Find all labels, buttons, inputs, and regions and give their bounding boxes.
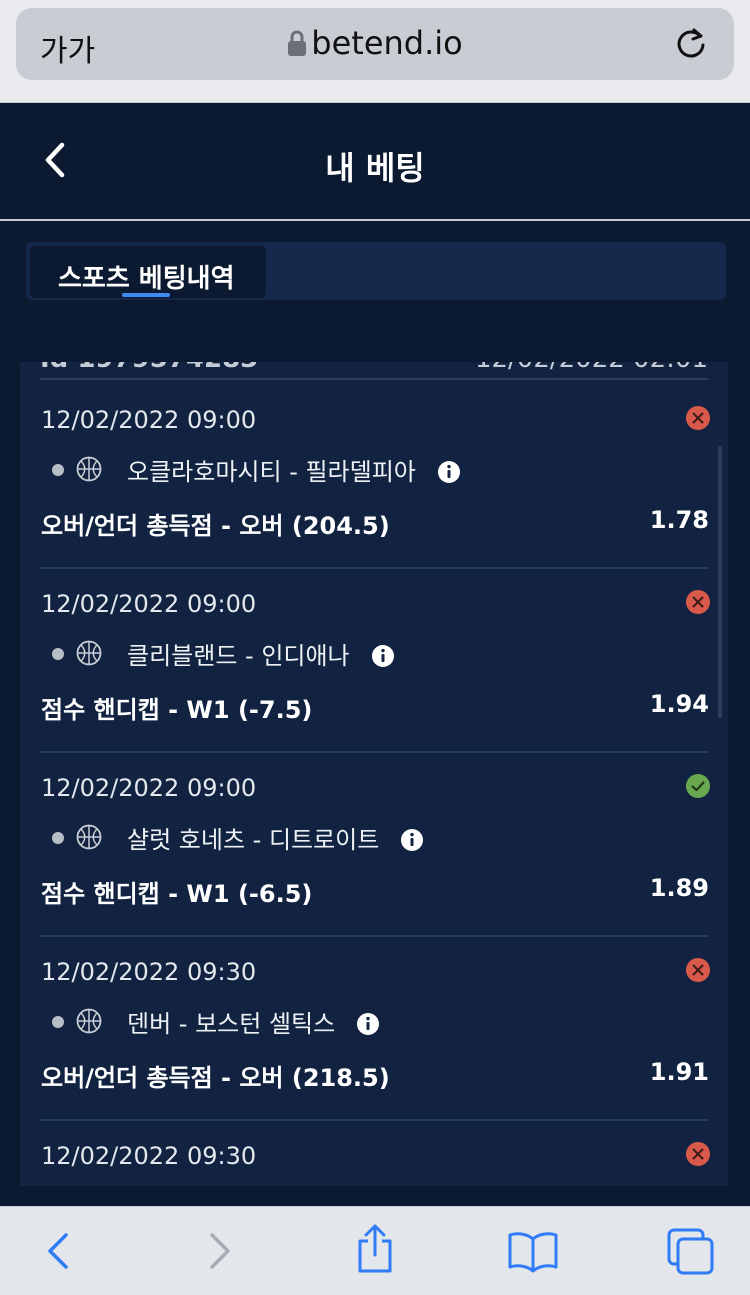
url-text: betend.io xyxy=(311,24,463,62)
bet-odds: 1.91 xyxy=(649,1058,709,1086)
bet-market: 점수 핸디캡 - W1 (-7.5) xyxy=(41,696,313,724)
url-display[interactable]: betend.io xyxy=(16,24,734,65)
bookmarks-icon[interactable] xyxy=(506,1229,560,1277)
tab-active-indicator xyxy=(122,293,170,297)
bet-odds: 1.78 xyxy=(649,506,709,534)
share-icon[interactable] xyxy=(354,1223,396,1279)
basketball-icon xyxy=(76,1008,102,1034)
bet-market: 오버/언더 총득점 - 오버 (218.5) xyxy=(41,1064,390,1092)
bet-odds: 1.94 xyxy=(649,690,709,718)
event-date: 12/02/2022 09:30 xyxy=(41,958,257,986)
browser-top-bar: 가가 betend.io xyxy=(0,0,750,103)
match-teams: 샬럿 호네츠 - 디트로이트 xyxy=(127,826,380,854)
tabs-icon[interactable] xyxy=(666,1227,716,1281)
browser-forward-icon[interactable] xyxy=(204,1229,236,1277)
lost-status-icon xyxy=(686,1142,710,1166)
info-icon[interactable] xyxy=(335,1010,380,1038)
bet-row: 12/02/2022 09:00 샬럿 호네츠 - 디트로이트점수 핸디캡 - W… xyxy=(20,748,728,937)
event-date: 12/02/2022 09:00 xyxy=(41,774,257,802)
browser-toolbar xyxy=(0,1206,750,1295)
lock-icon xyxy=(287,27,307,65)
match-name: 클리블랜드 - 인디애나 xyxy=(127,636,394,671)
live-indicator-dot xyxy=(52,648,64,660)
tab-bar: 스포츠 베팅내역 xyxy=(26,242,726,300)
event-date: 12/02/2022 09:00 xyxy=(41,590,257,618)
match-teams: 덴버 - 보스턴 셀틱스 xyxy=(127,1010,336,1038)
bet-market: 오버/언더 총득점 - 오버 (204.5) xyxy=(41,512,390,540)
match-teams: 클리블랜드 - 인디애나 xyxy=(127,642,350,670)
lost-status-icon xyxy=(686,406,710,430)
bet-id: Id 1979574283 xyxy=(40,362,258,374)
basketball-icon xyxy=(76,640,102,666)
match-name: 오클라호마시티 - 필라델피아 xyxy=(127,452,460,487)
match-teams: 오클라호마시티 - 필라델피아 xyxy=(127,458,416,486)
won-status-icon xyxy=(686,774,710,798)
live-indicator-dot xyxy=(52,1016,64,1028)
event-date: 12/02/2022 09:30 xyxy=(41,1142,257,1170)
bet-row: 12/02/2022 09:30 덴버 - 보스턴 셀틱스오버/언더 총득점 - … xyxy=(20,932,728,1121)
basketball-icon xyxy=(76,456,102,482)
info-icon[interactable] xyxy=(416,458,460,486)
match-name: 샬럿 호네츠 - 디트로이트 xyxy=(127,820,424,855)
info-icon[interactable] xyxy=(350,642,394,670)
reload-icon[interactable] xyxy=(674,26,708,64)
info-icon[interactable] xyxy=(379,826,424,854)
app-header: 내 베팅 xyxy=(0,103,750,221)
match-name: 덴버 - 보스턴 셀틱스 xyxy=(127,1004,380,1039)
browser-back-icon[interactable] xyxy=(42,1229,74,1277)
live-indicator-dot xyxy=(52,832,64,844)
bet-market: 점수 핸디캡 - W1 (-6.5) xyxy=(41,880,313,908)
bet-odds: 1.89 xyxy=(649,874,709,902)
lost-status-icon xyxy=(686,958,710,982)
tab-sports-bets[interactable]: 스포츠 베팅내역 xyxy=(30,246,266,298)
event-date: 12/02/2022 09:00 xyxy=(41,406,257,434)
bet-row: 12/02/2022 09:00 오클라호마시티 - 필라델피아오버/언더 총득점… xyxy=(20,380,728,569)
bet-row: 12/02/2022 09:30 xyxy=(20,1116,728,1186)
bet-row: 12/02/2022 09:00 클리블랜드 - 인디애나점수 핸디캡 - W1 … xyxy=(20,564,728,753)
basketball-icon xyxy=(76,824,102,850)
live-indicator-dot xyxy=(52,464,64,476)
page-title: 내 베팅 xyxy=(325,149,425,187)
tab-label: 스포츠 베팅내역 xyxy=(58,264,235,294)
bet-history-panel[interactable]: Id 1979574283 12/02/2022 02:01 12/02/202… xyxy=(20,362,728,1186)
lost-status-icon xyxy=(686,590,710,614)
bet-placed-date: 12/02/2022 02:01 xyxy=(475,362,708,374)
address-bar[interactable]: 가가 betend.io xyxy=(16,8,734,80)
